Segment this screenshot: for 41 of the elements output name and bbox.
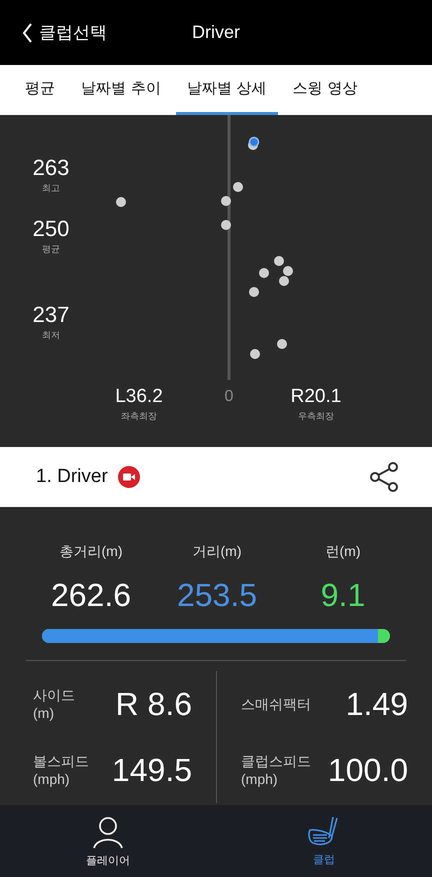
- metric-value: 100.0: [328, 752, 408, 788]
- distance-value: 250: [32, 216, 70, 242]
- side-caption: 우측최장: [297, 410, 335, 423]
- golf-club-icon: [307, 816, 341, 848]
- metric-value: 1.49: [346, 686, 408, 722]
- side-value: L36.2: [114, 385, 164, 409]
- distance-value: 262.6: [50, 576, 132, 615]
- distance-caption: 최고: [41, 182, 61, 195]
- metric-label: 사이드: [33, 686, 75, 704]
- distance-label: 거리(m): [192, 543, 242, 561]
- club-name: 1. Driver: [36, 466, 108, 488]
- nav-tab[interactable]: 클럽: [216, 805, 432, 877]
- center-value: 0: [224, 387, 234, 407]
- metric-unit: (m): [33, 704, 55, 722]
- distance-caption: 평균: [41, 243, 61, 256]
- tab[interactable]: 평균: [14, 65, 66, 115]
- screen-title: Driver: [192, 22, 240, 42]
- side-value: R20.1: [290, 385, 342, 409]
- metric-value: 149.5: [112, 752, 192, 788]
- distance-label: 런(m): [326, 543, 360, 561]
- metric-value: R 8.6: [116, 686, 192, 722]
- metric-unit: (mph): [241, 770, 279, 788]
- metric-label: 스매쉬팩터: [241, 695, 311, 713]
- share-icon[interactable]: [370, 462, 398, 492]
- nav-tab[interactable]: 플레이어: [0, 805, 216, 877]
- distance-value: 263: [32, 155, 70, 181]
- metric-label: 클럽스피드: [241, 752, 311, 770]
- metric-label: 볼스피드: [33, 752, 89, 770]
- distance-value: 237: [32, 302, 70, 328]
- video-camera-icon[interactable]: [118, 466, 140, 488]
- tab[interactable]: 날짜별 추이: [70, 65, 172, 115]
- back-chevron-icon: [22, 22, 33, 44]
- distance-value: 253.5: [176, 576, 258, 615]
- person-icon: [91, 814, 125, 848]
- tab[interactable]: 스윙 영상: [282, 65, 368, 115]
- distance-caption: 최저: [41, 329, 61, 342]
- back-button[interactable]: 클럽선택: [22, 21, 107, 44]
- distance-value: 9.1: [320, 576, 366, 615]
- side-caption: 좌측최장: [120, 410, 158, 423]
- distance-label: 총거리(m): [60, 543, 122, 561]
- metric-unit: (mph): [33, 770, 71, 788]
